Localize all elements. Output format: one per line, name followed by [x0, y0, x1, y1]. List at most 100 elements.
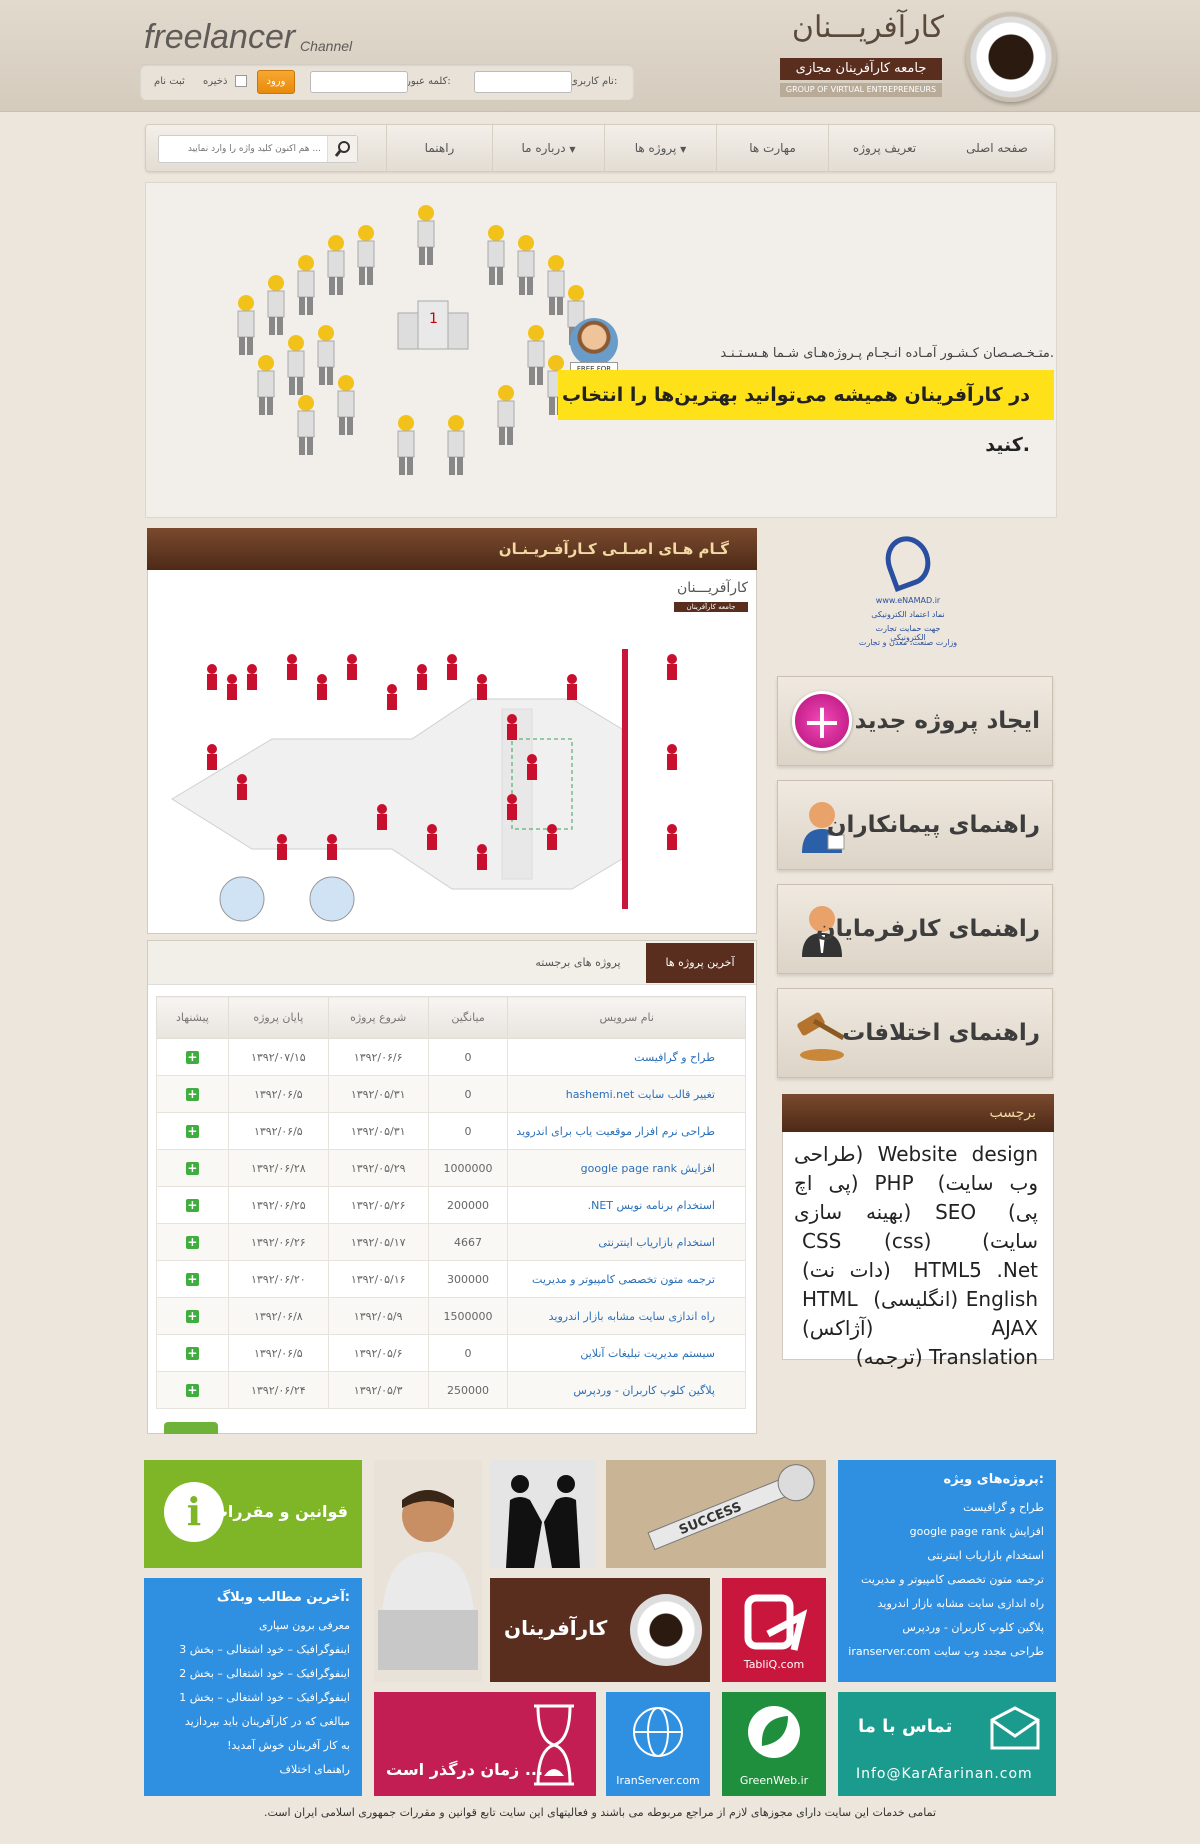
username-input[interactable]: [474, 71, 572, 93]
nav-projects-label: پروژه ها: [634, 141, 677, 155]
add-offer-icon[interactable]: +: [185, 1087, 199, 1101]
worker-figure: [237, 774, 247, 800]
table-row: طراح و گرافیست 0 ۱۳۹۲/۰۶/۶ ۱۳۹۲/۰۷/۱۵ +: [156, 1038, 746, 1076]
nav-help[interactable]: راهنما: [386, 125, 492, 171]
blog-post-link[interactable]: معرفی برون سپاری: [179, 1614, 350, 1638]
search-button[interactable]: [327, 136, 357, 162]
worker-figure: [227, 674, 237, 700]
remember-checkbox[interactable]: [235, 75, 247, 87]
enamad-seal[interactable]: www.eNAMAD.ir نماد اعتماد الکترونیکی جهت…: [858, 529, 958, 660]
offer-cell: +: [156, 1149, 229, 1187]
tab-latest-projects[interactable]: آخرین پروژه ها: [646, 943, 754, 983]
offer-cell: +: [156, 1223, 229, 1261]
nav-skills[interactable]: مهارت ها: [716, 125, 828, 171]
add-offer-icon[interactable]: +: [185, 1124, 199, 1138]
leaf-icon: [748, 1706, 800, 1758]
project-name-link[interactable]: استخدام برنامه نویس NET.: [507, 1186, 746, 1224]
blog-post-link[interactable]: اینفوگرافیک – خود اشتغالی – بخش 1: [179, 1686, 350, 1710]
employers-guide-card[interactable]: راهنمای کارفرمایان: [777, 884, 1053, 974]
add-offer-icon[interactable]: +: [185, 1198, 199, 1212]
project-name-link[interactable]: افزایش google page rank: [507, 1149, 746, 1187]
nav-projects[interactable]: پروژه ها ▼: [604, 125, 716, 171]
project-name-link[interactable]: طراحی نرم افزار موقعیت یاب برای اندروید: [507, 1112, 746, 1150]
tag-link[interactable]: CSS (css): [802, 1229, 931, 1253]
brand-title[interactable]: کارآفریـــنان: [760, 10, 944, 45]
offer-cell: +: [156, 1297, 229, 1335]
contact-tile[interactable]: تماس با ما Info@KarAfarinan.com: [838, 1692, 1056, 1796]
more-projects-button[interactable]: [164, 1422, 218, 1434]
worker-figure: [417, 205, 435, 265]
tag-link[interactable]: AJAX (آژاکس): [802, 1316, 1038, 1340]
featured-project-link[interactable]: پلاگین کلوپ کاربران - وردپرس: [848, 1616, 1044, 1640]
success-key-photo: SUCCESS: [606, 1460, 826, 1568]
brand-tile[interactable]: کارآفرینان: [490, 1578, 710, 1682]
offer-cell: +: [156, 1260, 229, 1298]
featured-project-link[interactable]: طراحی مجدد وب سایت iranserver.com: [848, 1640, 1044, 1664]
tab-featured-projects[interactable]: پروژه های برجسته: [520, 943, 636, 983]
tabliq-tile[interactable]: TabliQ.com: [722, 1578, 826, 1682]
search-input[interactable]: [159, 136, 327, 162]
blog-post-link[interactable]: به کار آفرینان خوش آمدید!: [179, 1734, 350, 1758]
tag-cloud: Website design (طراحی وب سایت) PHP (پی ا…: [794, 1140, 1038, 1372]
add-offer-icon[interactable]: +: [185, 1235, 199, 1249]
add-offer-icon[interactable]: +: [185, 1161, 199, 1175]
banner-tagline: متـخـصـصان کـشـور آمـاده انـجـام پـروژه‌…: [720, 346, 1054, 361]
tag-link[interactable]: English (انگلیسی): [873, 1287, 1038, 1311]
disputes-guide-card[interactable]: راهنمای اختلافات: [777, 988, 1053, 1078]
new-project-card[interactable]: + ایجاد پروژه جدید: [777, 676, 1053, 766]
nav-about-label: درباره ما: [521, 141, 566, 155]
iranserver-tile[interactable]: IranServer.com: [606, 1692, 710, 1796]
nav-define-project[interactable]: تعریف پروژه: [828, 125, 940, 171]
project-name-link[interactable]: استخدام بازاریاب اینترنتی: [507, 1223, 746, 1261]
project-name-link[interactable]: پلاگین کلوپ کاربران - وردپرس: [507, 1371, 746, 1409]
login-button[interactable]: ورود: [257, 70, 295, 94]
time-tile[interactable]: زمان درگذر است ...: [374, 1692, 596, 1796]
col-end: پایان پروژه: [227, 996, 329, 1039]
worker-figure: [517, 235, 535, 295]
channel-word: freelancer: [144, 18, 296, 56]
project-name-link[interactable]: طراح و گرافیست: [507, 1038, 746, 1076]
contact-email[interactable]: Info@KarAfarinan.com: [856, 1766, 1033, 1782]
rules-tile[interactable]: i قوانین و مقررات: [144, 1460, 362, 1568]
nav-about[interactable]: درباره ما ▼: [492, 125, 604, 171]
tag-link[interactable]: HTML: [802, 1287, 858, 1311]
contractors-guide-card[interactable]: راهنمای پیمانکاران: [777, 780, 1053, 870]
col-start: شروع پروژه: [327, 996, 429, 1039]
featured-project-link[interactable]: استخدام بازاریاب اینترنتی: [848, 1544, 1044, 1568]
podium-crowd-illustration: 1: [237, 205, 585, 475]
tag-link[interactable]: Translation (ترجمه): [856, 1345, 1038, 1369]
add-offer-icon[interactable]: +: [185, 1050, 199, 1064]
enamad-line1: نماد اعتماد الکترونیکی: [871, 610, 945, 619]
add-offer-icon[interactable]: +: [185, 1309, 199, 1323]
add-offer-icon[interactable]: +: [185, 1346, 199, 1360]
register-link[interactable]: ثبت نام: [154, 76, 185, 87]
project-name-link[interactable]: تغییر قالب سایت hashemi.net: [507, 1075, 746, 1113]
worker-figure: [287, 654, 297, 680]
rules-label: قوانین و مقررات: [211, 1502, 348, 1521]
add-offer-icon[interactable]: +: [185, 1272, 199, 1286]
blog-post-link[interactable]: اینفوگرافیک – خود اشتغالی – بخش 3: [179, 1638, 350, 1662]
project-average: 200000: [427, 1186, 509, 1224]
worker-figure: [337, 375, 355, 435]
password-input[interactable]: [310, 71, 408, 93]
project-name-link[interactable]: راه اندازی سایت مشابه بازار اندروید: [507, 1297, 746, 1335]
blog-post-link[interactable]: راهنمای اختلاف: [179, 1758, 350, 1782]
greenweb-tile[interactable]: GreenWeb.ir: [722, 1692, 826, 1796]
project-start: ۱۳۹۲/۰۵/۲۹: [327, 1149, 429, 1187]
featured-project-link[interactable]: ترجمه متون تخصصی کامپیوتر و مدیریت: [848, 1568, 1044, 1592]
globe-icon: [633, 1707, 683, 1757]
nav-home[interactable]: صفحه اصلی: [940, 125, 1054, 171]
project-name-link[interactable]: ترجمه متون تخصصی کامپیوتر و مدیریت: [507, 1260, 746, 1298]
project-name-link[interactable]: سیستم مدیریت تبلیغات آنلاین: [507, 1334, 746, 1372]
featured-project-link[interactable]: افزایش google page rank: [848, 1520, 1044, 1544]
worker-figure: [527, 325, 545, 385]
add-offer-icon[interactable]: +: [185, 1383, 199, 1397]
worker-figure: [327, 834, 337, 860]
coffee-cup-logo[interactable]: [966, 12, 1056, 102]
featured-project-link[interactable]: طراح و گرافیست: [848, 1496, 1044, 1520]
man-laptop-photo: [374, 1460, 482, 1682]
blog-post-link[interactable]: اینفوگرافیک – خود اشتغالی – بخش 2: [179, 1662, 350, 1686]
featured-project-link[interactable]: راه اندازی سایت مشابه بازار اندروید: [848, 1592, 1044, 1616]
tag-link[interactable]: HTML5: [913, 1258, 981, 1282]
blog-post-link[interactable]: مبالغی که در کارآفرینان باید بپردازید: [179, 1710, 350, 1734]
